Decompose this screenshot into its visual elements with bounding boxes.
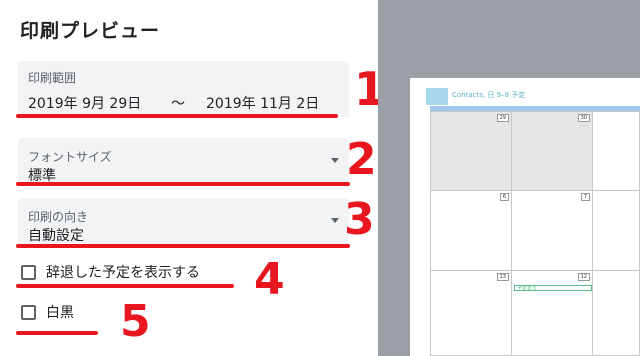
calendar-cell: 12 予定あり <box>511 270 593 356</box>
calendar-cell <box>592 111 640 191</box>
annotation-underline-5 <box>16 331 98 335</box>
day-number: 29 <box>496 114 509 122</box>
show-declined-checkbox[interactable]: 辞退した予定を表示する <box>21 262 200 282</box>
range-start-date[interactable]: 2019年 9月 29日 <box>28 93 141 113</box>
annotation-number-4: 4 <box>254 254 285 305</box>
calendar-cell: 6 <box>430 190 512 271</box>
preview-area: Contacts, 日 9–8 予定 29 30 6 7 13 12 予定あり <box>378 0 640 356</box>
calendar-cell <box>592 190 640 271</box>
preview-header-text: Contacts, 日 9–8 予定 <box>452 91 526 99</box>
orientation-select[interactable]: 印刷の向き 自動設定 <box>18 198 349 246</box>
day-number: 13 <box>496 273 509 281</box>
checkbox-icon[interactable] <box>21 264 36 280</box>
print-range-field[interactable]: 印刷範囲 2019年 9月 29日 ～ 2019年 11月 2日 <box>18 61 349 117</box>
month-grid: 29 30 6 7 13 12 予定あり <box>430 111 640 356</box>
dropdown-arrow-icon <box>331 158 339 163</box>
calendar-cell: 29 <box>430 111 512 191</box>
day-number: 7 <box>580 193 590 201</box>
annotation-number-2: 2 <box>346 134 377 185</box>
black-white-label[interactable]: 白黒 <box>46 302 74 322</box>
annotation-number-3: 3 <box>344 194 375 245</box>
calendar-cell: 7 <box>511 190 593 271</box>
calendar-cell: 30 <box>511 111 593 191</box>
annotation-underline-2 <box>16 182 350 186</box>
black-white-checkbox[interactable]: 白黒 <box>21 302 74 322</box>
orientation-value: 自動設定 <box>28 228 84 244</box>
annotation-underline-1 <box>16 114 338 118</box>
annotation-underline-4 <box>16 284 234 288</box>
calendar-cell: 13 <box>430 270 512 356</box>
font-size-select[interactable]: フォントサイズ 標準 <box>18 138 349 186</box>
calendar-cell <box>592 270 640 356</box>
calendar-color-swatch <box>426 88 448 105</box>
show-declined-label[interactable]: 辞退した予定を表示する <box>46 262 200 282</box>
page-title: 印刷プレビュー <box>20 20 161 42</box>
font-size-label: フォントサイズ <box>28 150 112 164</box>
range-end-date[interactable]: 2019年 11月 2日 <box>206 93 319 113</box>
preview-page: Contacts, 日 9–8 予定 29 30 6 7 13 12 予定あり <box>410 78 640 356</box>
day-number: 12 <box>577 273 590 281</box>
dropdown-arrow-icon <box>331 218 339 223</box>
annotation-underline-3 <box>16 244 350 248</box>
settings-panel: 印刷プレビュー 印刷範囲 2019年 9月 29日 ～ 2019年 11月 2日… <box>0 0 386 356</box>
annotation-number-5: 5 <box>120 296 151 347</box>
range-separator: ～ <box>171 96 185 112</box>
orientation-label: 印刷の向き <box>28 210 89 224</box>
checkbox-icon[interactable] <box>21 304 36 320</box>
event-chip: 予定あり <box>514 285 592 292</box>
print-range-label: 印刷範囲 <box>28 71 77 85</box>
day-number: 30 <box>577 114 590 122</box>
day-number: 6 <box>499 193 509 201</box>
